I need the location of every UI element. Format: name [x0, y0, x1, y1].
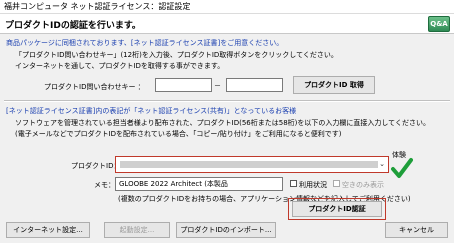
dialog-header: プロダクトIDの認証を行います。 Q&A: [0, 14, 454, 34]
package-instruction-2: インターネットを通して、プロダクトIDを取得する事ができます。: [15, 62, 225, 70]
product-id-redacted: [120, 161, 378, 168]
vacant-only-checkbox[interactable]: [333, 180, 340, 187]
inquiry-key-label: プロダクトID問い合わせキー ：: [44, 83, 145, 91]
usage-status-checkbox[interactable]: [290, 180, 297, 187]
get-product-id-button[interactable]: プロダクトID 取得: [293, 76, 375, 94]
product-id-auth-button[interactable]: プロダクトID認証: [292, 201, 382, 217]
help-qa-button[interactable]: Q&A: [428, 16, 450, 32]
shared-instruction-2: (電子メールなどでプロダクトIDを配布されている場合、「コピー/貼り付け」をご利…: [15, 130, 342, 138]
internet-settings-button[interactable]: インターネット設定...: [6, 222, 90, 238]
product-id-label: プロダクトID：: [71, 162, 121, 170]
shared-instruction-1: ソフトウェアを管理されている担当者様より配布された、プロダクトID(56桁または…: [15, 119, 430, 127]
import-product-id-button[interactable]: プロダクトIDのインポート...: [176, 222, 276, 238]
inquiry-key-input-2[interactable]: [226, 78, 283, 92]
inquiry-key-dash: －: [214, 82, 221, 90]
memo-input[interactable]: GLOOBE 2022 Architect (本製品: [115, 177, 283, 191]
shared-license-heading: [ネット認証ライセンス証書]内の表記が「ネット認証ライセンス(共有)」となってい…: [6, 107, 297, 115]
product-id-combobox[interactable]: ⌄: [115, 156, 389, 173]
usage-status-label: 利用状況: [299, 181, 327, 189]
section-divider: [4, 100, 450, 102]
activation-settings-button[interactable]: 起動設定...: [104, 222, 170, 238]
inquiry-key-input-1[interactable]: [155, 78, 212, 92]
check-mark-icon: [391, 158, 413, 178]
window-title: 福井コンピュータ ネット認証ライセンス：認証設定: [4, 2, 191, 11]
package-instruction-1: 「プロダクトID問い合わせキー」(12桁)を入力後、プロダクトID取得ボタンをク…: [15, 51, 338, 59]
package-heading: 商品パッケージに同梱されております、[ネット認証ライセンス証書]をご用意ください…: [6, 39, 284, 47]
dialog-heading: プロダクトIDの認証を行います。: [5, 21, 141, 31]
cancel-button[interactable]: キャンセル: [385, 222, 448, 238]
window-titlebar: 福井コンピュータ ネット認証ライセンス：認証設定: [0, 0, 454, 14]
memo-label: メモ：: [94, 181, 115, 189]
vacant-only-label: 空きのみ表示: [342, 181, 384, 189]
chevron-down-icon[interactable]: ⌄: [379, 160, 385, 168]
